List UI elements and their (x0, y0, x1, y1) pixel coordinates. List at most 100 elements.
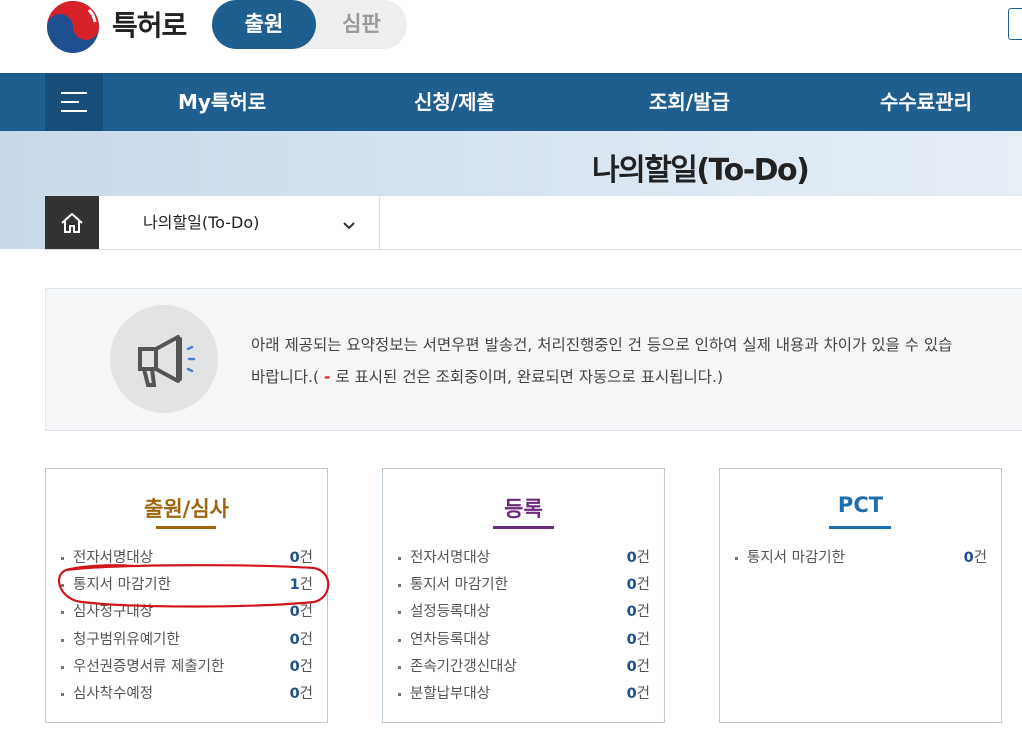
site-name[interactable]: 특허로 (112, 4, 187, 44)
bullet-icon (61, 665, 64, 669)
list-item[interactable]: 통지서 마감기한 1건 (61, 574, 313, 601)
card-title: 등록 (504, 497, 543, 521)
count-unit: 건 (299, 658, 313, 675)
bullet-icon (61, 638, 64, 642)
list-item[interactable]: 심사청구대상 0건 (61, 601, 313, 628)
todo-list: 전자서명대상 0건 통지서 마감기한 1건 심사청구대상 0건 청구범위유예기한 0건 우선권증… (61, 547, 313, 710)
count-unit: 건 (973, 550, 987, 566)
card-application: 출원/심사 전자서명대상 0건 통지서 마감기한 1건 심사청구대상 0건 청구범위유예기한 0… (45, 468, 328, 723)
bullet-icon (398, 611, 401, 615)
item-label[interactable]: 심사청구대상 (73, 601, 153, 623)
card-title-underline (156, 526, 216, 529)
bullet-icon (61, 584, 64, 588)
notice-line-1: 아래 제공되는 요약정보는 서면우편 발송건, 처리진행중인 건 등으로 인하여… (251, 336, 953, 354)
card-title: 출원/심사 (144, 497, 229, 521)
nav-item-my[interactable]: My특허로 (178, 73, 266, 131)
item-count[interactable]: 0건 (627, 547, 650, 569)
item-count[interactable]: 0건 (290, 547, 313, 569)
breadcrumb-current[interactable]: 나의할일(To-Do) (143, 196, 259, 249)
item-count[interactable]: 0건 (290, 601, 313, 623)
main-nav: My특허로 신청/제출 조회/발급 수수료관리 (0, 73, 1022, 131)
list-item[interactable]: 전자서명대상 0건 (61, 547, 313, 574)
breadcrumb: 나의할일(To-Do) (45, 196, 1022, 250)
count-unit: 건 (636, 658, 650, 675)
item-label[interactable]: 심사착수예정 (73, 683, 153, 705)
count-number[interactable]: 0 (964, 550, 974, 566)
item-count[interactable]: 0건 (290, 683, 313, 705)
count-number[interactable]: 0 (627, 659, 637, 675)
count-number[interactable]: 0 (627, 604, 637, 620)
count-number[interactable]: 1 (290, 577, 300, 593)
count-number[interactable]: 0 (290, 550, 300, 566)
count-unit: 건 (636, 685, 650, 702)
home-icon[interactable] (45, 196, 99, 249)
list-item[interactable]: 연차등록대상 0건 (398, 629, 650, 656)
todo-list: 전자서명대상 0건 통지서 마감기한 0건 설정등록대상 0건 연차등록대상 0건 존속기간갱신… (398, 547, 650, 710)
item-label[interactable]: 연차등록대상 (410, 629, 490, 651)
list-item[interactable]: 우선권증명서류 제출기한 0건 (61, 656, 313, 683)
megaphone-icon (110, 305, 218, 413)
nav-item-submit[interactable]: 신청/제출 (414, 73, 495, 131)
item-label[interactable]: 설정등록대상 (410, 601, 490, 623)
list-item[interactable]: 통지서 마감기한 0건 (735, 547, 987, 574)
bullet-icon (398, 665, 401, 669)
item-count[interactable]: 0건 (627, 656, 650, 678)
hamburger-menu-icon[interactable] (45, 73, 103, 131)
item-count[interactable]: 0건 (964, 547, 987, 569)
list-item[interactable]: 심사착수예정 0건 (61, 683, 313, 710)
count-number[interactable]: 0 (290, 604, 300, 620)
count-unit: 건 (299, 604, 313, 621)
list-item[interactable]: 설정등록대상 0건 (398, 601, 650, 628)
count-number[interactable]: 0 (290, 686, 300, 702)
card-registration: 등록 전자서명대상 0건 통지서 마감기한 0건 설정등록대상 0건 연차등록대상 0건 존속기간… (382, 468, 665, 723)
list-item[interactable]: 존속기간갱신대상 0건 (398, 656, 650, 683)
count-unit: 건 (636, 577, 650, 594)
item-label[interactable]: 우선권증명서류 제출기한 (73, 656, 224, 678)
item-count[interactable]: 1건 (290, 574, 313, 596)
count-unit: 건 (636, 550, 650, 566)
count-number[interactable]: 0 (627, 686, 637, 702)
item-count[interactable]: 0건 (290, 629, 313, 651)
list-item[interactable]: 통지서 마감기한 0건 (398, 574, 650, 601)
list-item[interactable]: 분할납부대상 0건 (398, 683, 650, 710)
toggle-trial[interactable]: 심판 (316, 0, 407, 49)
item-label[interactable]: 통지서 마감기한 (747, 547, 845, 569)
nav-item-fees[interactable]: 수수료관리 (880, 73, 972, 131)
list-item[interactable]: 전자서명대상 0건 (398, 547, 650, 574)
notice-line-2: 바랍니다.( - 로 표시된 건은 조회중이며, 완료되면 자동으로 표시됩니다… (251, 368, 724, 386)
count-number[interactable]: 0 (627, 550, 637, 566)
bullet-icon (61, 611, 64, 615)
chevron-down-icon[interactable] (343, 216, 355, 230)
top-right-button[interactable] (1008, 8, 1022, 40)
item-label[interactable]: 통지서 마감기한 (410, 574, 508, 596)
item-label[interactable]: 청구범위유예기한 (73, 629, 180, 651)
item-label[interactable]: 전자서명대상 (73, 547, 153, 569)
item-count[interactable]: 0건 (627, 574, 650, 596)
bullet-icon (398, 692, 401, 696)
count-number[interactable]: 0 (290, 659, 300, 675)
card-title-underline (492, 526, 554, 529)
taegeuk-logo-icon[interactable] (45, 0, 101, 54)
list-item[interactable]: 청구범위유예기한 0건 (61, 629, 313, 656)
item-label[interactable]: 통지서 마감기한 (73, 574, 171, 596)
item-count[interactable]: 0건 (627, 683, 650, 705)
bullet-icon (398, 557, 401, 560)
item-count[interactable]: 0건 (290, 656, 313, 678)
item-label[interactable]: 분할납부대상 (410, 683, 490, 705)
count-unit: 건 (299, 631, 313, 648)
bullet-icon (61, 557, 64, 560)
count-number[interactable]: 0 (290, 632, 300, 648)
card-pct: PCT 통지서 마감기한 0건 (719, 468, 1002, 723)
item-count[interactable]: 0건 (627, 629, 650, 651)
count-unit: 건 (636, 631, 650, 648)
count-number[interactable]: 0 (627, 577, 637, 593)
toggle-application[interactable]: 출원 (212, 0, 316, 49)
count-number[interactable]: 0 (627, 632, 637, 648)
notice-text: 아래 제공되는 요약정보는 서면우편 발송건, 처리진행중인 건 등으로 인하여… (251, 329, 952, 393)
item-label[interactable]: 존속기간갱신대상 (410, 656, 517, 678)
service-toggle[interactable]: 출원 심판 (212, 0, 407, 49)
nav-item-inquiry[interactable]: 조회/발급 (649, 73, 730, 131)
todo-list: 통지서 마감기한 0건 (735, 547, 987, 574)
item-count[interactable]: 0건 (627, 601, 650, 623)
item-label[interactable]: 전자서명대상 (410, 547, 490, 569)
